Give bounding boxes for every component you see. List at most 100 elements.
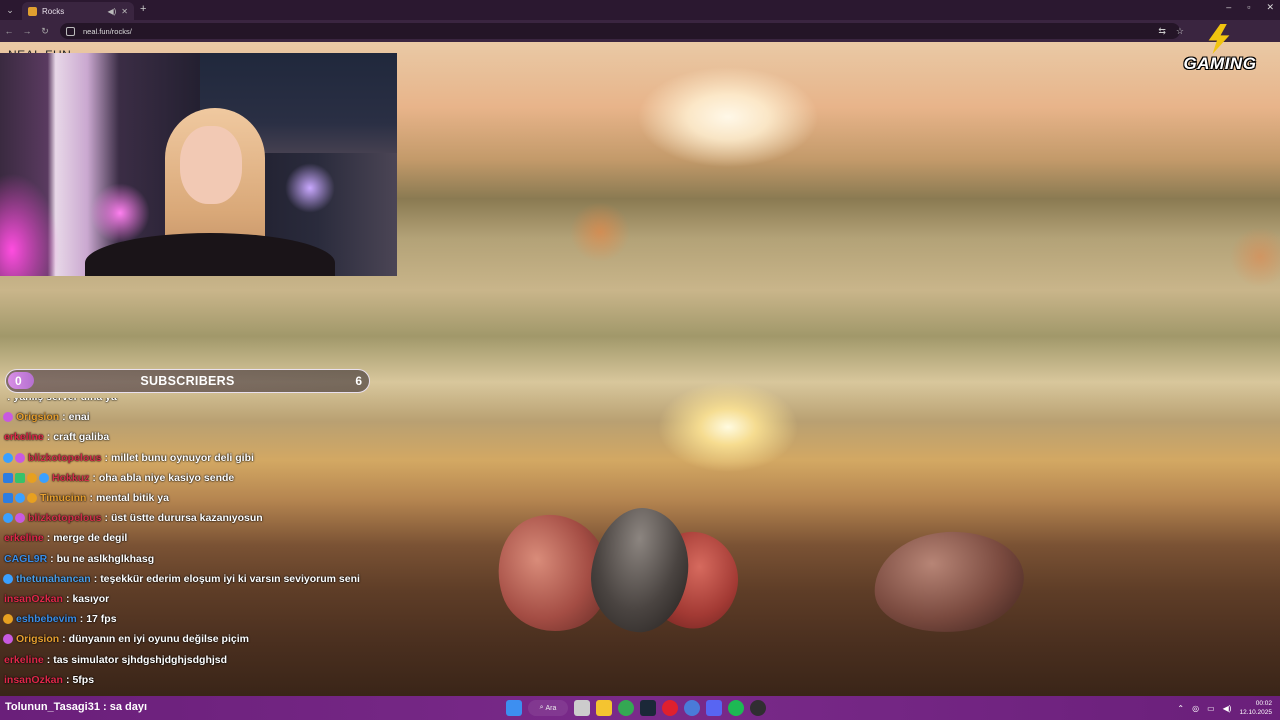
back-arrow-icon[interactable]: ← (0, 26, 18, 36)
chat-separator: : (104, 451, 109, 464)
tab-title: Rocks (42, 6, 65, 16)
chat-username[interactable]: Timucinn (40, 492, 86, 504)
tab-rocks[interactable]: Rocks ◀) ✕ (22, 2, 134, 20)
controller-icon[interactable]: ◎ (1192, 704, 1199, 713)
address-bar-row: ← → ↻ neal.fun/rocks/ (0, 20, 1280, 42)
chat-separator: : (46, 532, 51, 545)
chat-text: kasıyor (72, 592, 110, 605)
chat-username[interactable]: insanOzkan (4, 674, 63, 686)
tab-bar: ⌄ Rocks ◀) ✕ + – ▫ ✕ (0, 0, 1280, 20)
start-windows-icon[interactable] (506, 700, 522, 716)
speaker-icon[interactable]: ◀) (107, 7, 116, 16)
chat-username[interactable]: CAGL9R (4, 553, 47, 565)
chat-message: blizkotopelous: millet bunu oynuyor deli … (3, 448, 403, 468)
chat-username[interactable]: Origsion (16, 633, 59, 645)
chat-username[interactable]: erkeline (4, 654, 44, 666)
subscriber-goal: 6 (355, 374, 362, 388)
forward-arrow-icon[interactable]: → (18, 26, 36, 36)
url-text: neal.fun/rocks/ (83, 26, 132, 36)
clock-time: 00:02 (1255, 700, 1272, 707)
chat-separator: : (79, 613, 84, 626)
task-view-icon[interactable] (574, 700, 590, 716)
new-tab-button[interactable]: + (140, 3, 146, 15)
steam-icon[interactable] (640, 700, 656, 716)
prime-badge-icon (39, 472, 49, 483)
green-badge-icon (15, 472, 25, 483)
chat-text: 5fps (72, 673, 95, 686)
chat-username[interactable]: thetunahancan (16, 573, 91, 585)
chat-ticker: Tolunun_Tasagi31 : sa dayı (5, 701, 148, 713)
sub-badge-icon (3, 634, 13, 645)
vip-badge-icon (27, 493, 37, 504)
sub-badge-icon (15, 513, 25, 524)
prime-badge-icon (3, 513, 13, 524)
chat-text: merge de degil (53, 532, 128, 545)
spotify-icon[interactable] (728, 700, 744, 716)
volume-icon[interactable]: ◀) (1223, 704, 1232, 713)
reload-icon[interactable]: ↻ (36, 26, 54, 37)
site-info-icon[interactable] (66, 26, 75, 36)
taskbar-search[interactable]: ⌕ Ara (528, 700, 568, 716)
chat-text: dünyanın en iyi oyunu değilse piçim (68, 633, 249, 646)
vip-badge-icon (3, 614, 13, 625)
rock-brown[interactable] (869, 524, 1029, 640)
blue-badge-icon (3, 472, 13, 483)
chat-message: Origsion: dünyanın en iyi oyunu değilse p… (3, 629, 403, 649)
window-controls: – ▫ ✕ (1226, 2, 1274, 13)
obs-icon[interactable] (750, 700, 766, 716)
blue-badge-icon (3, 493, 13, 504)
minimize-button[interactable]: – (1226, 2, 1231, 13)
chat-message: CAGL9R: bu ne aslkhglkhasg (3, 549, 403, 569)
chat-message: Hokkuz: oha abla niye kasiyo sende (3, 468, 403, 488)
chat-message: thetunahancan: teşekkür ederim eloşum iyi… (3, 569, 403, 589)
taskbar: Tolunun_Tasagi31 : sa dayı ⌕ Ara ⌃ ◎ ▭ ◀… (0, 696, 1280, 720)
chat-separator: : (7, 398, 11, 403)
lightning-bolt-icon (1200, 24, 1240, 54)
sub-badge-icon (15, 452, 25, 463)
chat-username[interactable]: erkeline (4, 431, 44, 443)
streamer (60, 108, 335, 276)
tab-search-icon[interactable]: ⌄ (0, 0, 20, 20)
translate-icon[interactable]: ⇆ (1158, 26, 1166, 37)
vip-badge-icon (27, 472, 37, 483)
clock[interactable]: 00:02 12.10.2025 (1239, 699, 1272, 717)
chat-username[interactable]: Origsion (16, 411, 59, 423)
chat-message: blizkotopelous: üst üstte durursa kazanıy… (3, 508, 403, 528)
file-explorer-icon[interactable] (596, 700, 612, 716)
chat-separator: : (62, 411, 66, 424)
search-label: Ara (545, 704, 557, 712)
gaming-logo: GAMING (1170, 24, 1270, 90)
chat-text: millet bunu oynuyor deli gibi (111, 451, 254, 464)
chat-text: bu ne aslkhglkhasg (56, 552, 155, 565)
chat-text: üst üstte durursa kazanıyosun (111, 512, 263, 525)
close-window-button[interactable]: ✕ (1266, 2, 1274, 13)
chat-separator: : (46, 653, 51, 666)
chat-message: Origsion: enai (3, 407, 403, 427)
chat-separator: : (89, 492, 93, 505)
opera-icon[interactable] (662, 700, 678, 716)
chat-username[interactable]: erkeline (4, 532, 44, 544)
url-field[interactable]: neal.fun/rocks/ (60, 23, 1180, 39)
webcam-feed (0, 53, 397, 276)
tab-close-icon[interactable]: ✕ (121, 7, 128, 16)
chat-text: 17 fps (86, 613, 117, 626)
maximize-button[interactable]: ▫ (1247, 2, 1250, 13)
chrome-icon[interactable] (618, 700, 634, 716)
chat-message: erkeline: craft galiba (3, 427, 403, 447)
network-icon[interactable]: ▭ (1207, 704, 1215, 713)
logo-text: GAMING (1183, 54, 1257, 73)
app-blue-icon[interactable] (684, 700, 700, 716)
prime-badge-icon (3, 452, 13, 463)
chat-username[interactable]: Hokkuz (52, 472, 89, 484)
system-tray: ⌃ ◎ ▭ ◀) 00:02 12.10.2025 (1177, 699, 1272, 717)
chat-username[interactable]: insanOzkan (4, 593, 63, 605)
chat-separator: : (46, 431, 51, 444)
chat-username[interactable]: blizkotopelous (28, 452, 102, 464)
discord-icon[interactable] (706, 700, 722, 716)
sub-badge-icon (3, 412, 13, 423)
tray-chevron-icon[interactable]: ⌃ (1177, 704, 1184, 713)
chat-username[interactable]: blizkotopelous (28, 512, 102, 524)
subscriber-label: SUBSCRIBERS (140, 374, 235, 388)
chat-message: insanOzkan: kasıyor (3, 589, 403, 609)
chat-username[interactable]: eshbebevim (16, 613, 77, 625)
